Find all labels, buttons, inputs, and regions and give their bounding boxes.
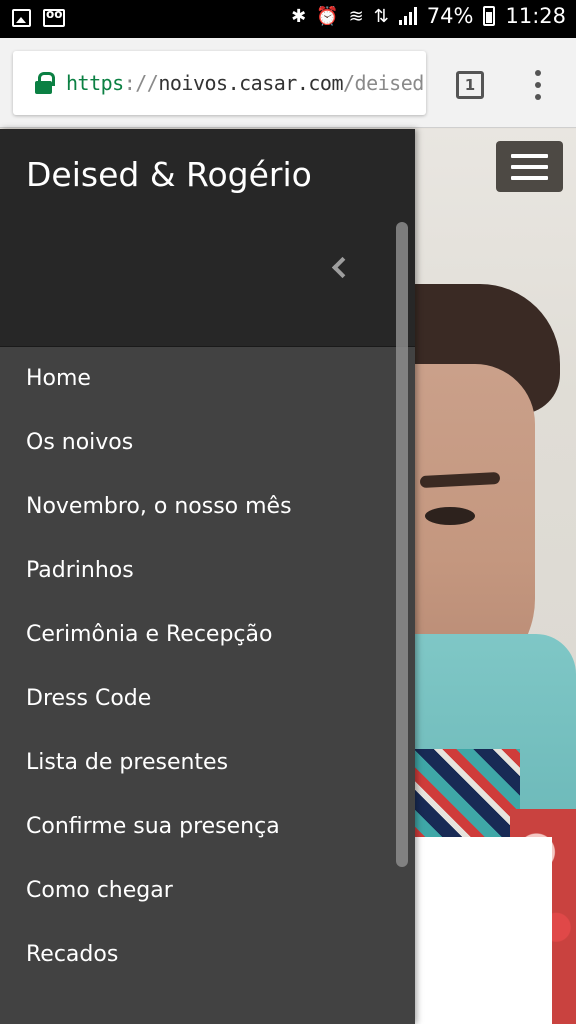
tabs-button[interactable]: 1 [456,71,484,99]
url-scheme: https [66,71,124,95]
nav-item-recados[interactable]: Recados [0,923,415,987]
url-path: /deised- [343,71,426,95]
notification-icons [12,7,65,27]
battery-percent: 74% [426,4,474,28]
navigation-drawer: Deised & Rogério Home Os noivos Novembro… [0,129,415,1024]
site-title[interactable]: Deised & Rogério [26,155,312,194]
signal-icon [398,7,417,25]
wifi-icon: ≋ [348,5,364,27]
more-options-icon[interactable] [528,68,548,102]
nav-item-confirme-presenca[interactable]: Confirme sua presença [0,795,415,859]
url-host: noivos.casar.com [158,71,343,95]
nav-item-lista-presentes[interactable]: Lista de presentes [0,731,415,795]
chevron-left-icon[interactable] [330,257,348,279]
image-icon [12,9,31,27]
hamburger-menu-button[interactable] [496,141,563,192]
nav-menu: Home Os noivos Novembro, o nosso mês Pad… [0,347,415,987]
drawer-scrollbar[interactable] [396,222,408,867]
address-bar[interactable]: https://noivos.casar.com/deised- [13,51,426,115]
nav-item-padrinhos[interactable]: Padrinhos [0,539,415,603]
battery-icon [483,6,496,26]
nav-item-home[interactable]: Home [0,347,415,411]
nav-item-cerimonia[interactable]: Cerimônia e Recepção [0,603,415,667]
drawer-header: Deised & Rogério [0,129,415,347]
status-bar: ✱ ⏰ ≋ ⇅ 74% 11:28 [0,0,576,38]
voicemail-icon [43,7,65,27]
nav-item-os-noivos[interactable]: Os noivos [0,411,415,475]
browser-toolbar: https://noivos.casar.com/deised- 1 [0,38,576,128]
clock: 11:28 [505,4,566,28]
lock-icon [35,72,55,94]
content-card [400,837,552,1024]
data-icon: ⇅ [373,5,389,27]
photo-eye [425,507,475,525]
nav-item-como-chegar[interactable]: Como chegar [0,859,415,923]
url-separator: :// [123,71,159,95]
nav-item-novembro[interactable]: Novembro, o nosso mês [0,475,415,539]
url-text[interactable]: https://noivos.casar.com/deised- [66,71,426,95]
bluetooth-mute-icon: ✱ [291,5,307,27]
system-icons: ✱ ⏰ ≋ ⇅ 74% 11:28 [291,4,566,28]
alarm-icon: ⏰ [316,5,339,27]
nav-item-dress-code[interactable]: Dress Code [0,667,415,731]
